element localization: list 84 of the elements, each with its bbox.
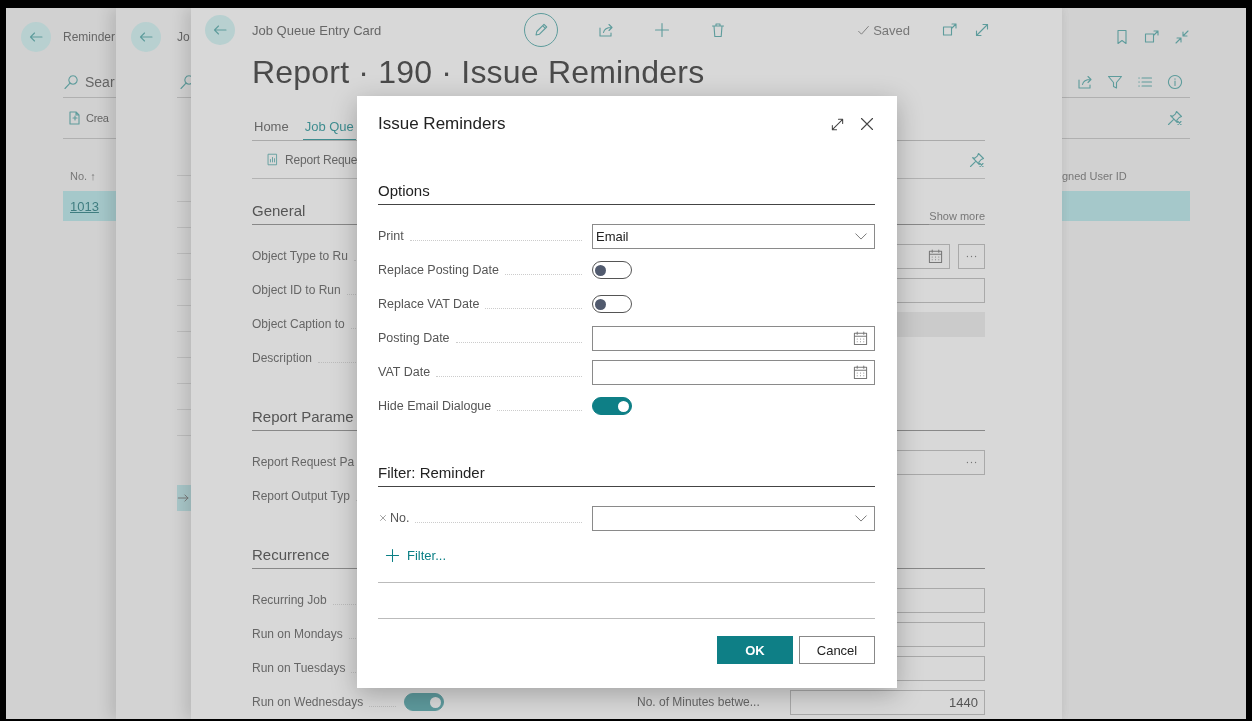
- page-breadcrumb: Job Queue Entry Card: [252, 22, 383, 38]
- check-icon: [857, 23, 871, 37]
- arrow-button[interactable]: [177, 485, 191, 511]
- open-in-new-window-icon[interactable]: [1144, 29, 1160, 45]
- dialog-title: Issue Reminders: [378, 114, 507, 134]
- field-label: Print: [378, 229, 404, 243]
- field-label: No. of Minutes betwe...: [637, 695, 760, 709]
- section-heading[interactable]: Recurrence: [252, 546, 330, 563]
- create-document-icon[interactable]: [67, 110, 83, 126]
- field-label: Replace Posting Date: [378, 263, 499, 277]
- arrow-icon: [177, 491, 191, 505]
- toggle-switch[interactable]: [592, 261, 632, 279]
- field-label: Description: [252, 351, 313, 365]
- section-heading[interactable]: Filter: Reminder: [378, 459, 875, 487]
- date-field[interactable]: [592, 359, 875, 385]
- section-heading[interactable]: Report Parame: [252, 408, 354, 425]
- field-label: Recurring Job: [252, 593, 327, 607]
- field-label: Run on Wednesdays: [252, 695, 364, 709]
- toggle-switch[interactable]: [592, 295, 632, 313]
- calendar-icon[interactable]: [928, 248, 943, 264]
- input-field[interactable]: 1440: [790, 689, 985, 715]
- page-title: Jo: [177, 30, 190, 44]
- add-filter-button[interactable]: Filter...: [385, 535, 446, 575]
- filter-field[interactable]: [592, 505, 875, 531]
- back-button[interactable]: [21, 22, 51, 52]
- page-title: Reminder: [63, 30, 116, 44]
- field-label: Hide Email Dialogue: [378, 399, 492, 413]
- remove-filter-icon[interactable]: [378, 513, 388, 523]
- toggle-switch[interactable]: [404, 693, 444, 711]
- page-heading: Report · 190 · Issue Reminders: [252, 53, 706, 92]
- back-arrow-icon: [28, 29, 44, 45]
- report-icon[interactable]: [266, 153, 279, 166]
- field-label: No.: [390, 511, 410, 525]
- calendar-icon[interactable]: [853, 330, 868, 346]
- saved-status: Saved: [873, 22, 910, 38]
- open-in-new-window-icon[interactable]: [942, 22, 958, 38]
- field-label: Report Request Pa: [252, 455, 355, 469]
- report-request-action[interactable]: Report Reque: [285, 152, 358, 167]
- tab[interactable]: Home: [252, 114, 291, 140]
- number-link[interactable]: 1013: [63, 198, 99, 214]
- search-button[interactable]: Sear: [85, 73, 115, 90]
- column-header[interactable]: gned User ID: [1062, 170, 1190, 182]
- close-icon[interactable]: [859, 116, 875, 132]
- back-button[interactable]: [131, 22, 161, 52]
- plus-icon: [385, 547, 400, 563]
- field-label: VAT Date: [378, 365, 431, 379]
- field-label: Object ID to Run: [252, 283, 341, 297]
- collapse-icon[interactable]: [1174, 29, 1190, 45]
- ok-button[interactable]: OK: [717, 636, 793, 664]
- back-arrow-icon: [138, 29, 154, 45]
- share-icon[interactable]: [598, 22, 614, 38]
- create-action[interactable]: Crea: [86, 112, 109, 124]
- share-icon[interactable]: [1077, 73, 1093, 90]
- field-label: Report Output Typ: [252, 489, 350, 503]
- column-header[interactable]: No. ↑: [63, 170, 96, 182]
- pencil-icon: [533, 22, 549, 38]
- info-icon[interactable]: [1167, 73, 1183, 90]
- field-label: Run on Tuesdays: [252, 661, 346, 675]
- delete-icon[interactable]: [710, 22, 726, 38]
- field-label: Object Type to Ru: [252, 249, 348, 263]
- expand-icon[interactable]: [830, 116, 845, 132]
- show-more-link[interactable]: Show more: [929, 210, 985, 225]
- back-button[interactable]: [205, 15, 235, 45]
- field-label: Run on Mondays: [252, 627, 343, 641]
- section-heading[interactable]: Options: [378, 177, 875, 205]
- cancel-button[interactable]: Cancel: [799, 636, 875, 664]
- section-heading[interactable]: General: [252, 202, 306, 219]
- dropdown-field[interactable]: Email: [592, 223, 875, 249]
- toggle-switch[interactable]: [592, 397, 632, 415]
- calendar-icon[interactable]: [853, 364, 868, 380]
- field-label: Object Caption to: [252, 317, 345, 331]
- bookmark-icon[interactable]: [1114, 29, 1130, 45]
- pin-icon[interactable]: [969, 151, 985, 168]
- tab[interactable]: Job Que: [302, 114, 356, 140]
- back-arrow-icon: [212, 22, 228, 38]
- field-label: Replace VAT Date: [378, 297, 480, 311]
- more-button[interactable]: [958, 243, 985, 269]
- date-field[interactable]: [592, 325, 875, 351]
- filter-icon[interactable]: [1107, 73, 1123, 90]
- search-icon[interactable]: [63, 73, 79, 90]
- new-icon[interactable]: [654, 22, 670, 38]
- pin-icon[interactable]: [1167, 110, 1183, 126]
- field-value: Email: [596, 228, 630, 244]
- field-label: Posting Date: [378, 331, 450, 345]
